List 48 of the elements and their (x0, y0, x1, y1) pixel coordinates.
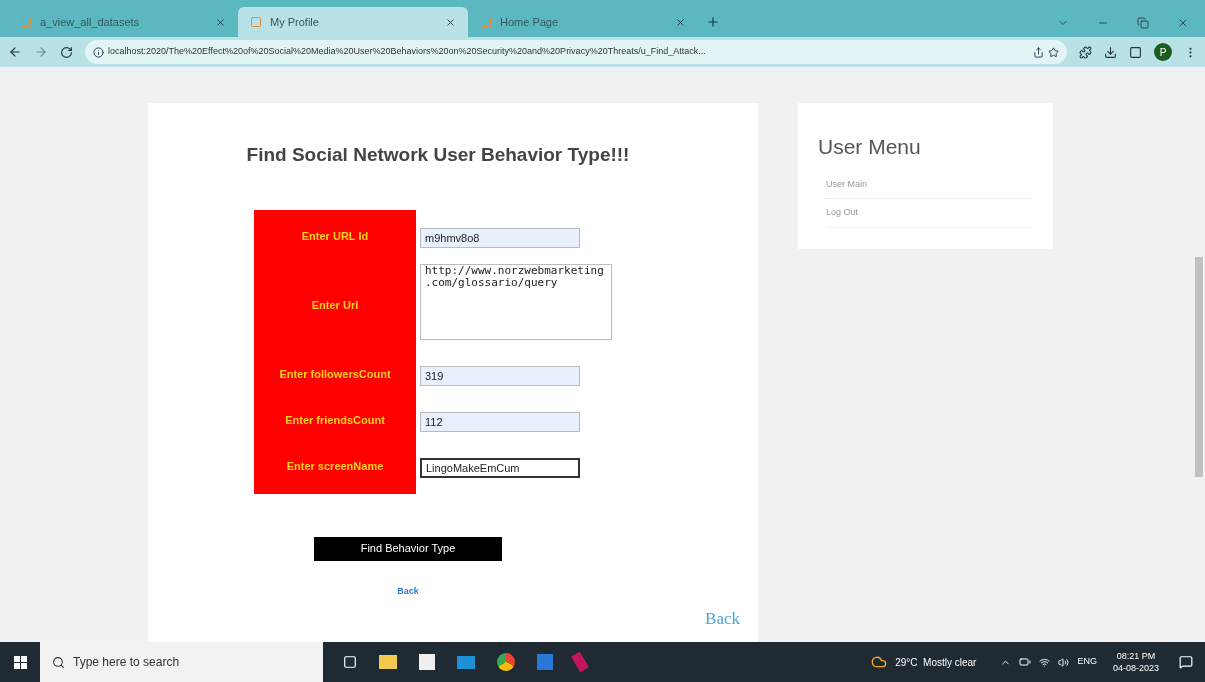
volume-icon (1058, 656, 1070, 668)
browser-tab[interactable]: Home Page (468, 7, 698, 37)
field-label: Enter URL Id (301, 229, 369, 245)
download-icon[interactable] (1104, 45, 1117, 59)
close-icon[interactable] (215, 16, 226, 28)
submit-button[interactable]: Find Behavior Type (314, 536, 502, 561)
clock-time: 08:21 PM (1116, 650, 1156, 662)
weather-text: 29°C Mostly clear (895, 655, 977, 670)
tab-title: My Profile (270, 14, 320, 30)
text-field[interactable]: m9hmv8o8 (420, 227, 580, 248)
field-label: Enter friendsCount (285, 413, 385, 429)
wifi-icon (1039, 656, 1051, 668)
field-label: Enter followersCount (279, 367, 391, 383)
close-icon[interactable] (1177, 17, 1189, 29)
close-icon[interactable] (445, 16, 456, 28)
back-link[interactable]: Back (397, 584, 419, 598)
back-icon[interactable] (8, 45, 22, 59)
extensions-icon[interactable] (1079, 45, 1092, 59)
tab-title: a_view_all_datasets (40, 14, 141, 30)
reload-icon[interactable] (60, 45, 73, 59)
info-icon (93, 46, 104, 58)
text-field[interactable]: 112 (420, 411, 580, 432)
url-textarea[interactable]: http://www.norzwebmarketing.com/glossario/query (420, 264, 612, 340)
new-tab-icon[interactable] (706, 15, 720, 29)
field-label: Enter screenName (286, 459, 384, 475)
weather-icon (871, 654, 888, 670)
browser-tab[interactable]: a_view_all_datasets (8, 7, 238, 37)
close-icon[interactable] (675, 16, 686, 28)
restore-icon[interactable] (1137, 17, 1149, 29)
text-field[interactable]: LingoMakeEmCum (420, 457, 580, 478)
url-text: localhost:2020/The%20Effect%20of%20Social%20Media%20User%20Behaviors%20on%20Security%20and%20Privacy%20Threats/u_Find_Attack... (108, 45, 707, 59)
search-icon (52, 655, 65, 669)
search-placeholder: Type here to search (73, 654, 180, 671)
tab-title: Home Page (500, 14, 560, 30)
form-title: Find Social Network User Behavior Type!!! (246, 143, 630, 167)
user-menu-title: User Menu (818, 134, 922, 160)
share-icon[interactable] (1033, 46, 1044, 58)
clock-date: 04-08-2023 (1112, 662, 1159, 674)
language-indicator[interactable]: ENG (1077, 655, 1097, 669)
star-icon[interactable] (1048, 46, 1059, 58)
browser-tab[interactable]: My Profile (238, 7, 468, 37)
field-label: Enter Url (311, 298, 359, 314)
taskbar-search[interactable]: Type here to search (40, 642, 323, 682)
url-field[interactable]: localhost:2020/The%20Effect%20of%20Social%20Media%20User%20Behaviors%20on%20Security%20and%20Privacy%20Threats/u_Find_Attack... (85, 40, 1067, 64)
profile-avatar[interactable]: P (1154, 43, 1172, 61)
notifications-icon[interactable] (1179, 655, 1193, 669)
forward-icon[interactable] (34, 45, 48, 59)
text-field[interactable]: 319 (420, 365, 580, 386)
